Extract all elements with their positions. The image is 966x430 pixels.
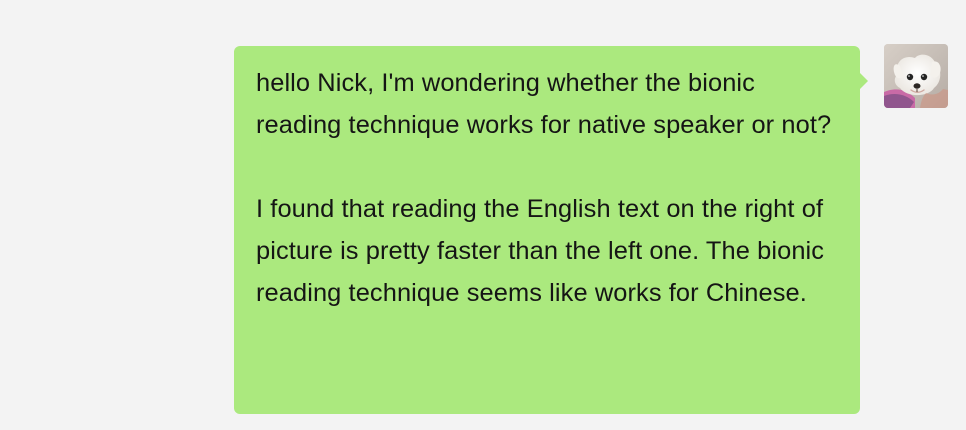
dog-photo-avatar-icon	[884, 44, 948, 108]
chat-area: hello Nick, I'm wondering whether the bi…	[0, 0, 966, 430]
message-paragraph-1: hello Nick, I'm wondering whether the bi…	[256, 69, 832, 139]
outgoing-message-row: hello Nick, I'm wondering whether the bi…	[0, 0, 966, 430]
message-paragraph-2: I found that reading the English text on…	[256, 195, 825, 307]
bubble-tail	[859, 72, 868, 90]
user-avatar[interactable]	[884, 44, 948, 108]
outgoing-message-bubble[interactable]: hello Nick, I'm wondering whether the bi…	[234, 46, 868, 414]
